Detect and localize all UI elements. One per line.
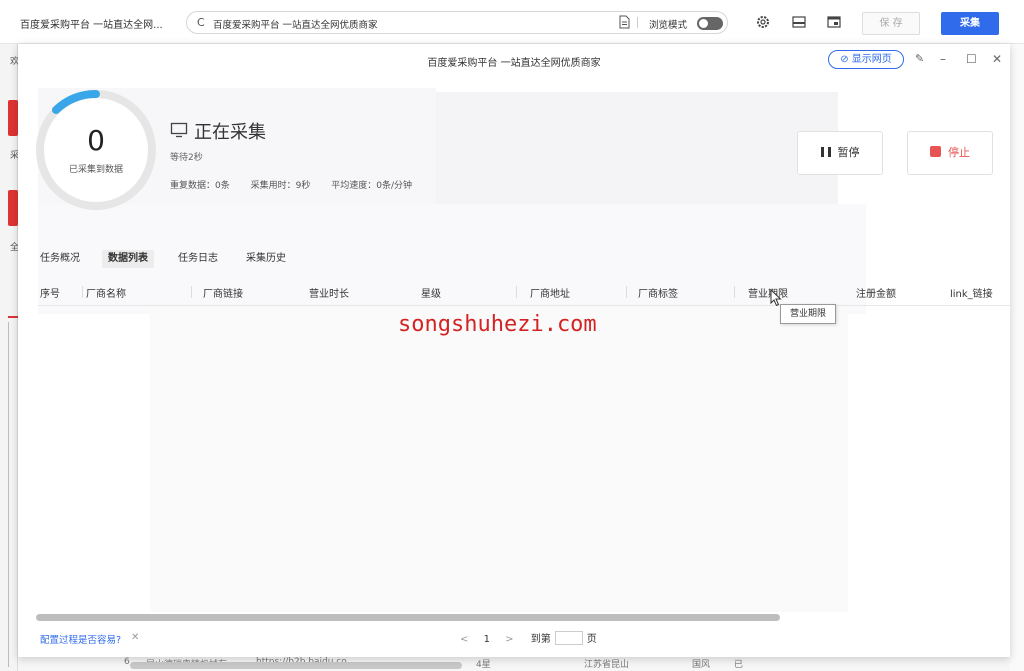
- address-url: 百度爱采购平台 一站直达全网优质商家: [213, 20, 378, 31]
- column-tooltip: 营业期限: [780, 304, 836, 324]
- watermark-text: songshuhezi.com: [398, 312, 597, 337]
- column-header[interactable]: 注册金额: [856, 285, 896, 300]
- column-divider[interactable]: [734, 286, 735, 298]
- tab-task-overview[interactable]: 任务概况: [40, 250, 80, 268]
- panel-layout-icon[interactable]: [791, 14, 807, 30]
- background-page-right: [1010, 44, 1024, 671]
- current-page[interactable]: 1: [484, 634, 490, 645]
- wait-text: 等待2秒: [170, 153, 203, 163]
- collected-count: 0: [87, 124, 105, 157]
- background-border-line: [8, 322, 9, 667]
- tab-data-list[interactable]: 数据列表: [102, 250, 154, 268]
- column-header[interactable]: 星级: [421, 285, 441, 300]
- gear-icon[interactable]: [755, 14, 771, 30]
- collection-stats: 重复数据：0条 采集用时：9秒 平均速度：0条/分钟: [170, 178, 430, 191]
- page-info-icon[interactable]: [619, 15, 630, 29]
- faded-overlay: [150, 306, 848, 612]
- average-speed: 平均速度：0条/分钟: [331, 181, 412, 191]
- show-webpage-button[interactable]: ⊘ 显示网页: [828, 50, 904, 69]
- progress-ring: 0 已采集到数据: [34, 88, 158, 212]
- status-title: 正在采集: [194, 122, 266, 143]
- column-header[interactable]: 营业时长: [309, 285, 349, 300]
- table-horizontal-scrollbar[interactable]: [36, 614, 780, 621]
- goto-page-suffix: 页: [586, 634, 597, 645]
- background-table-row: 6 昆山德瑞奥精机械有 https://b2b.baidu.co 4星 江苏省昆…: [18, 657, 1010, 671]
- browser-tab-title[interactable]: 百度爱采购平台 一站直达全网...: [20, 16, 163, 31]
- background-red-button: [8, 190, 18, 226]
- column-header[interactable]: link_链接: [950, 285, 993, 300]
- data-table-header: 序号 厂商名称 厂商链接 营业时长 星级 厂商地址 厂商标签 营业期限 注册金额…: [38, 278, 1010, 306]
- next-page-button[interactable]: >: [505, 634, 513, 645]
- reload-icon[interactable]: C: [197, 16, 205, 29]
- save-button[interactable]: 保 存: [862, 12, 920, 35]
- column-divider[interactable]: [82, 286, 83, 298]
- goto-page-input[interactable]: [554, 631, 583, 645]
- edit-icon[interactable]: ✎: [915, 52, 924, 65]
- pause-label: 暂停: [837, 146, 860, 159]
- column-divider[interactable]: [191, 286, 192, 298]
- window-layout-icon[interactable]: [826, 14, 842, 30]
- stop-icon: [930, 146, 941, 157]
- browse-mode-label: 浏览模式: [649, 20, 688, 31]
- column-header[interactable]: 厂商标签: [638, 285, 678, 300]
- collected-count-label: 已采集到数据: [68, 165, 123, 175]
- pause-icon: [820, 147, 831, 157]
- browser-toolbar: 百度爱采购平台 一站直达全网... C 百度爱采购平台 一站直达全网优质商家 浏…: [0, 0, 1024, 44]
- duplicate-count: 重复数据：0条: [170, 181, 230, 191]
- goto-page-prefix: 到第: [530, 634, 551, 645]
- stop-button[interactable]: 停止: [907, 131, 993, 175]
- maximize-icon[interactable]: ☐: [966, 52, 977, 66]
- mouse-cursor-icon: [770, 289, 782, 307]
- column-header[interactable]: 厂商名称: [86, 285, 126, 300]
- pause-button[interactable]: 暂停: [797, 131, 883, 175]
- column-divider[interactable]: [626, 286, 627, 298]
- close-icon[interactable]: ✕: [992, 52, 1002, 66]
- background-cell: 6: [124, 657, 130, 667]
- column-header[interactable]: 厂商链接: [203, 285, 243, 300]
- stop-label: 停止: [948, 146, 970, 159]
- collect-button[interactable]: 采集: [941, 12, 999, 35]
- show-webpage-label: 显示网页: [851, 54, 892, 65]
- config-feedback-link[interactable]: 配置过程是否容易?: [40, 632, 121, 646]
- column-header[interactable]: 厂商地址: [530, 285, 570, 300]
- background-cell: 已: [734, 660, 744, 670]
- background-cell: 国风: [692, 660, 711, 670]
- background-red-line: [8, 316, 18, 318]
- monitor-icon: [170, 122, 188, 138]
- pagination: < 1 > 到第 页: [454, 630, 597, 646]
- background-cell: 4星: [476, 660, 491, 670]
- tab-task-log[interactable]: 任务日志: [178, 250, 218, 268]
- tab-collection-history[interactable]: 采集历史: [246, 250, 286, 268]
- column-header[interactable]: 营业期限: [748, 285, 788, 300]
- browse-mode-toggle[interactable]: [697, 17, 723, 30]
- background-page-left: 欢 采 全: [0, 44, 19, 671]
- address-bar[interactable]: C 百度爱采购平台 一站直达全网优质商家 浏览模式: [186, 11, 728, 34]
- background-scrollbar[interactable]: [130, 662, 462, 669]
- prev-page-button[interactable]: <: [460, 634, 468, 645]
- column-header[interactable]: 序号: [40, 285, 60, 300]
- feedback-close-icon[interactable]: ✕: [131, 632, 139, 643]
- collection-dialog: 百度爱采购平台 一站直达全网优质商家 ⊘ 显示网页 ✎ – ☐ ✕ 0 已采集到…: [18, 44, 1010, 657]
- background-red-button: [8, 100, 18, 136]
- minimize-icon[interactable]: –: [940, 52, 946, 66]
- compass-icon: ⊘: [840, 54, 849, 65]
- background-cell: 江苏省昆山: [584, 660, 630, 670]
- address-divider: [637, 17, 638, 28]
- elapsed-time: 采集用时：9秒: [250, 181, 311, 191]
- column-divider[interactable]: [516, 286, 517, 298]
